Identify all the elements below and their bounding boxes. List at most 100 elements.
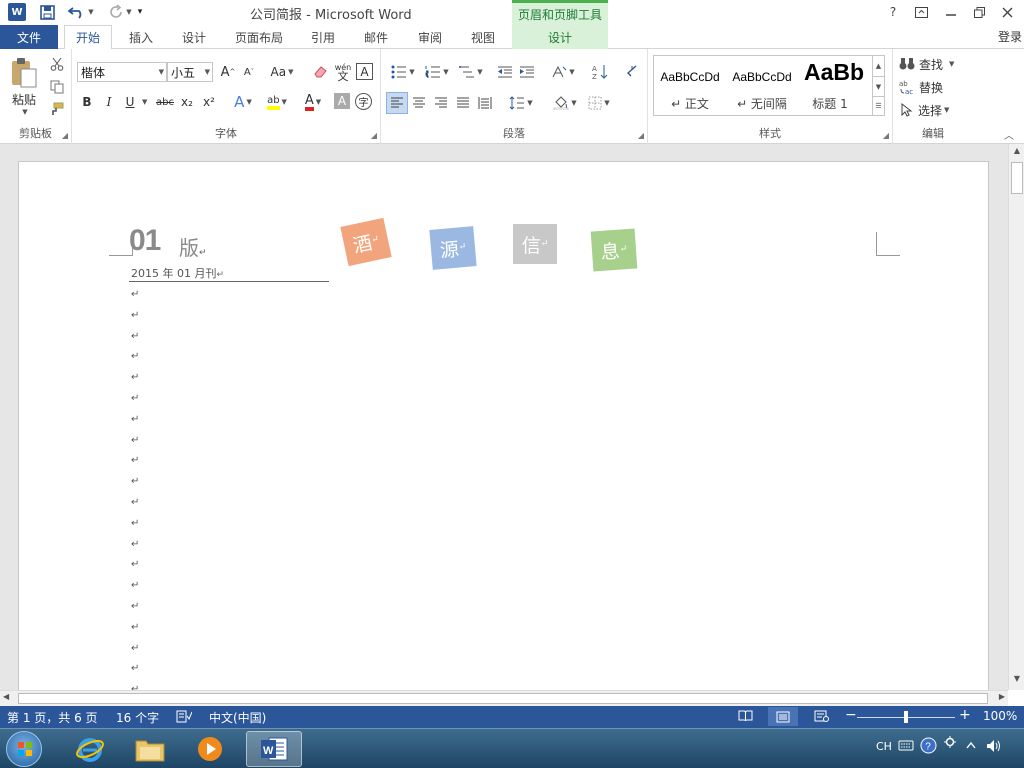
copy-button[interactable] bbox=[48, 78, 66, 96]
zoom-out-icon[interactable]: − bbox=[845, 707, 857, 723]
paste-button[interactable]: 粘贴 ▼ bbox=[4, 53, 44, 119]
close-icon[interactable] bbox=[994, 2, 1020, 22]
redo-button[interactable]: ▼ bbox=[106, 2, 134, 22]
shading-button[interactable]: ▼ bbox=[549, 92, 581, 114]
empty-paragraph-mark[interactable]: ↵ bbox=[131, 663, 139, 674]
empty-paragraph-mark[interactable]: ↵ bbox=[131, 622, 139, 633]
tab-page-layout[interactable]: 页面布局 bbox=[226, 25, 292, 49]
underline-button[interactable]: U bbox=[122, 92, 138, 112]
distributed-button[interactable] bbox=[474, 92, 496, 114]
empty-paragraph-mark[interactable]: ↵ bbox=[131, 476, 139, 487]
tile-jiu[interactable]: 酒 ↵ bbox=[340, 217, 392, 267]
show-hidden-icons[interactable] bbox=[966, 739, 976, 752]
change-case-button[interactable]: Aa ▼ bbox=[266, 62, 298, 82]
page-count-status[interactable]: 第 1 页，共 6 页 bbox=[7, 709, 98, 726]
empty-paragraph-mark[interactable]: ↵ bbox=[131, 351, 139, 362]
collapse-ribbon-icon[interactable]: ︿ bbox=[1002, 127, 1016, 142]
empty-paragraph-mark[interactable]: ↵ bbox=[131, 601, 139, 612]
gallery-scroll-down-icon[interactable]: ▼ bbox=[872, 76, 884, 96]
borders-button[interactable]: ▼ bbox=[583, 92, 615, 114]
style-normal[interactable]: AaBbCcDd ↵ 正文 bbox=[654, 56, 726, 115]
taskbar-file-explorer[interactable] bbox=[122, 731, 178, 767]
empty-paragraph-mark[interactable]: ↵ bbox=[131, 331, 139, 342]
start-button[interactable] bbox=[6, 731, 42, 767]
font-dialog-launcher-icon[interactable]: ◢ bbox=[371, 131, 377, 140]
taskbar-internet-explorer[interactable] bbox=[62, 731, 118, 767]
sort-button[interactable]: AZ bbox=[589, 62, 611, 82]
tile-xin[interactable]: 信 ↵ bbox=[513, 224, 557, 264]
tab-insert[interactable]: 插入 bbox=[120, 25, 162, 49]
find-button[interactable]: 查找 ▼ bbox=[899, 54, 969, 74]
tab-references[interactable]: 引用 bbox=[302, 25, 344, 49]
replace-button[interactable]: ab ac 替换 bbox=[899, 77, 969, 97]
volume-icon[interactable] bbox=[986, 739, 1002, 756]
horizontal-scrollbar[interactable]: ◀ ▶ bbox=[0, 690, 1008, 706]
style-no-spacing[interactable]: AaBbCcDd ↵ 无间隔 bbox=[726, 56, 798, 115]
tab-file[interactable]: 文件 bbox=[0, 25, 58, 49]
bullets-button[interactable]: ▼ bbox=[387, 62, 419, 82]
numbering-button[interactable]: ▼ bbox=[421, 62, 453, 82]
decrease-indent-button[interactable] bbox=[495, 62, 515, 82]
help-tray-icon[interactable]: ? bbox=[920, 737, 937, 757]
input-method-indicator[interactable]: CH bbox=[876, 740, 892, 753]
superscript-button[interactable]: x² bbox=[200, 92, 218, 112]
paste-dropdown-icon[interactable]: ▼ bbox=[22, 108, 27, 116]
align-right-button[interactable] bbox=[430, 92, 452, 114]
word-app-icon[interactable]: W bbox=[8, 3, 26, 21]
empty-paragraph-mark[interactable]: ↵ bbox=[131, 393, 139, 404]
document-page[interactable]: 01 版↵ 2015 年 01 月刊↵ 酒 ↵ 源 ↵ 信 ↵ 息 ↵ ↵ ↵ ↵ ↵ ↵ ↵ ↵ ↵… bbox=[18, 161, 989, 690]
styles-dialog-launcher-icon[interactable]: ◢ bbox=[883, 131, 889, 140]
horizontal-scroll-thumb[interactable] bbox=[18, 693, 988, 704]
tab-view[interactable]: 视图 bbox=[460, 25, 506, 49]
taskbar-word[interactable]: W bbox=[246, 731, 302, 767]
justify-button[interactable] bbox=[452, 92, 474, 114]
taskbar-media-player[interactable] bbox=[182, 731, 238, 767]
tab-review[interactable]: 审阅 bbox=[408, 25, 452, 49]
help-button[interactable]: ? bbox=[880, 2, 906, 22]
scroll-left-icon[interactable]: ◀ bbox=[3, 692, 9, 701]
vertical-scroll-thumb[interactable] bbox=[1011, 162, 1023, 194]
zoom-slider-thumb[interactable] bbox=[904, 711, 908, 723]
show-formatting-marks-button[interactable] bbox=[621, 62, 641, 82]
paragraph-dialog-launcher-icon[interactable]: ◢ bbox=[638, 131, 644, 140]
phonetic-guide-button[interactable]: wén 文 bbox=[332, 62, 354, 82]
cut-button[interactable] bbox=[48, 55, 66, 73]
keyboard-icon[interactable] bbox=[898, 738, 914, 755]
align-center-button[interactable] bbox=[408, 92, 430, 114]
tray-settings-icon[interactable] bbox=[944, 736, 956, 751]
tab-mailings[interactable]: 邮件 bbox=[354, 25, 398, 49]
empty-paragraph-mark[interactable]: ↵ bbox=[131, 435, 139, 446]
empty-paragraph-mark[interactable]: ↵ bbox=[131, 518, 139, 529]
zoom-level[interactable]: 100% bbox=[983, 709, 1017, 723]
empty-paragraph-mark[interactable]: ↵ bbox=[131, 539, 139, 550]
select-button[interactable]: 选择 ▼ bbox=[901, 100, 971, 120]
character-border-button[interactable]: A bbox=[356, 63, 373, 80]
print-layout-icon[interactable] bbox=[768, 707, 798, 726]
font-name-dropdown-icon[interactable]: ▼ bbox=[159, 68, 164, 76]
style-heading-1[interactable]: AaBb 标题 1 bbox=[798, 56, 872, 115]
multilevel-list-button[interactable]: ▼ bbox=[455, 62, 487, 82]
clear-formatting-button[interactable] bbox=[310, 62, 330, 82]
shrink-font-button[interactable]: Aˇ bbox=[240, 62, 258, 82]
read-mode-icon[interactable] bbox=[738, 710, 753, 725]
font-size-dropdown-icon[interactable]: ▼ bbox=[205, 68, 210, 76]
minimize-icon[interactable] bbox=[938, 2, 964, 22]
empty-paragraph-mark[interactable]: ↵ bbox=[131, 414, 139, 425]
save-button[interactable] bbox=[38, 2, 56, 22]
text-effects-button[interactable]: A ▼ bbox=[230, 92, 256, 112]
empty-paragraph-mark[interactable]: ↵ bbox=[131, 310, 139, 321]
tab-design[interactable]: 设计 bbox=[172, 25, 216, 49]
line-spacing-button[interactable]: ▼ bbox=[505, 92, 537, 114]
format-painter-button[interactable] bbox=[48, 100, 66, 118]
redo-dropdown-icon[interactable]: ▼ bbox=[126, 8, 131, 16]
empty-paragraph-mark[interactable]: ↵ bbox=[131, 580, 139, 591]
font-color-button[interactable]: A ▼ bbox=[298, 92, 328, 112]
empty-paragraph-mark[interactable]: ↵ bbox=[131, 559, 139, 570]
strikethrough-button[interactable]: abc bbox=[154, 92, 176, 112]
align-left-button[interactable] bbox=[386, 92, 408, 114]
empty-paragraph-mark[interactable]: ↵ bbox=[131, 497, 139, 508]
increase-indent-button[interactable] bbox=[517, 62, 537, 82]
proofing-icon[interactable] bbox=[176, 710, 193, 726]
customize-quick-access-icon[interactable]: ▾ bbox=[134, 2, 146, 22]
gallery-more-icon[interactable]: ☰ bbox=[872, 96, 884, 115]
